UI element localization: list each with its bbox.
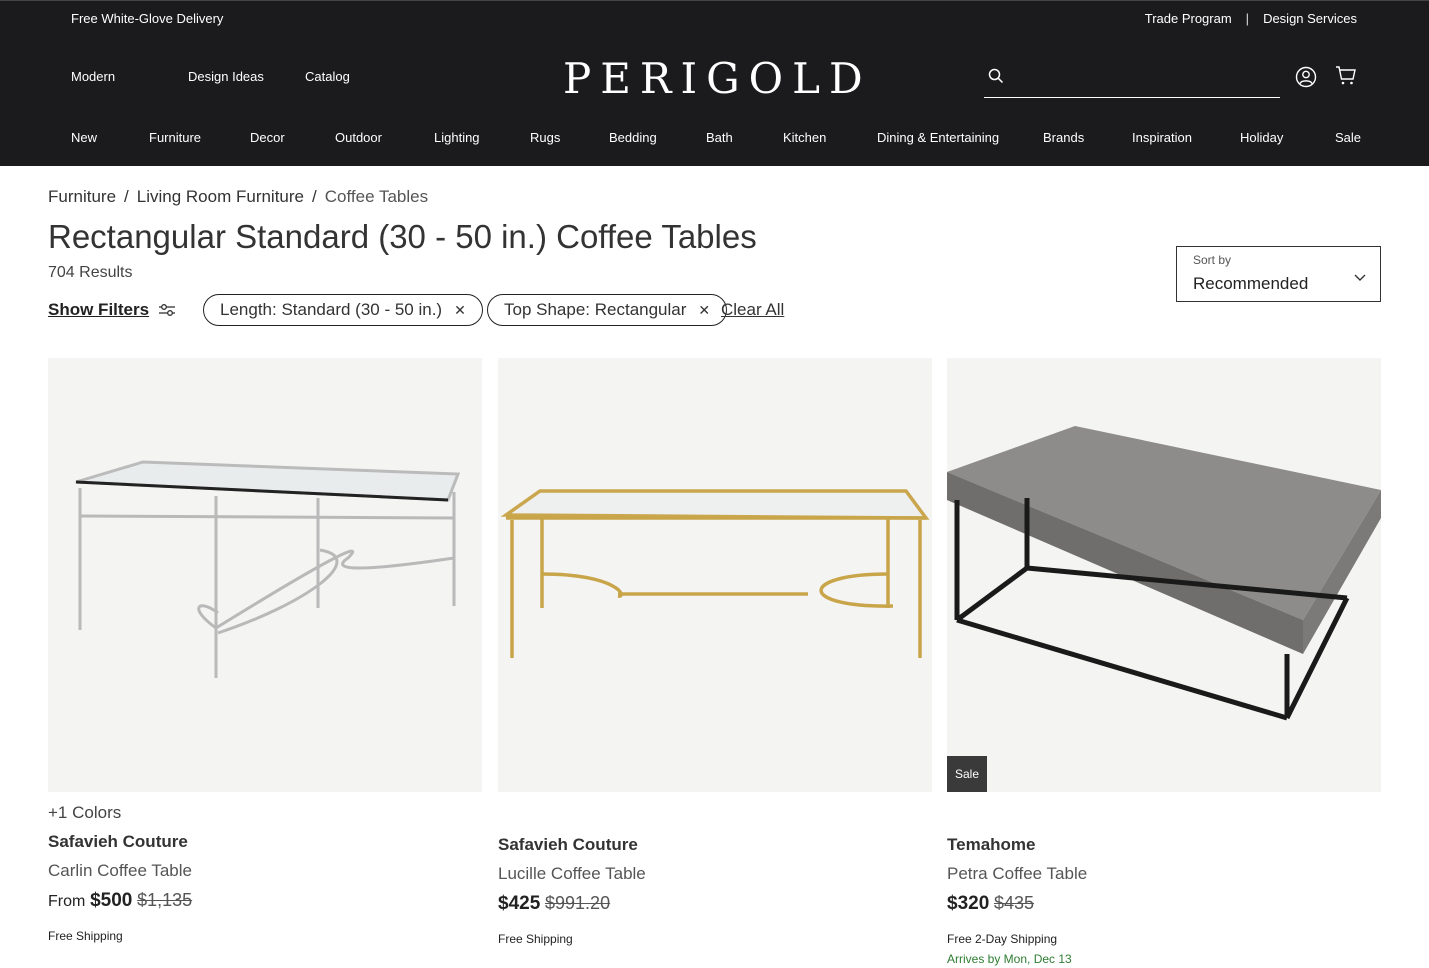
sale-price: $500 bbox=[90, 890, 133, 911]
nav-outdoor[interactable]: Outdoor bbox=[335, 130, 382, 145]
site-header: Modern Design Ideas Catalog PERIGOLD New… bbox=[0, 42, 1429, 166]
shipping-info: Free Shipping bbox=[498, 932, 573, 946]
color-options[interactable]: +1 Colors bbox=[48, 803, 121, 823]
search-icon[interactable] bbox=[988, 68, 1004, 89]
subnav-modern[interactable]: Modern bbox=[71, 69, 115, 84]
chevron-down-icon bbox=[1354, 269, 1366, 287]
nav-furniture[interactable]: Furniture bbox=[149, 130, 201, 145]
nav-decor[interactable]: Decor bbox=[250, 130, 285, 145]
breadcrumb-separator: / bbox=[124, 187, 129, 206]
breadcrumb-furniture[interactable]: Furniture bbox=[48, 187, 116, 206]
cart-icon[interactable] bbox=[1335, 64, 1357, 91]
nav-brands[interactable]: Brands bbox=[1043, 130, 1084, 145]
clear-all-button[interactable]: Clear All bbox=[721, 300, 784, 320]
show-filters-button[interactable]: Show Filters bbox=[48, 300, 149, 320]
product-price: $320 $435 bbox=[947, 893, 1034, 915]
utility-bar: Free White-Glove Delivery Trade Program … bbox=[0, 0, 1429, 42]
product-name[interactable]: Carlin Coffee Table bbox=[48, 861, 192, 881]
subnav-design-ideas[interactable]: Design Ideas bbox=[188, 69, 264, 84]
nav-bedding[interactable]: Bedding bbox=[609, 130, 657, 145]
subnav-catalog[interactable]: Catalog bbox=[305, 69, 350, 84]
sale-price: $320 bbox=[947, 893, 990, 914]
nav-rugs[interactable]: Rugs bbox=[530, 130, 560, 145]
close-icon[interactable]: ✕ bbox=[698, 302, 710, 319]
nav-kitchen[interactable]: Kitchen bbox=[783, 130, 826, 145]
sale-badge: Sale bbox=[947, 756, 987, 792]
product-brand[interactable]: Safavieh Couture bbox=[48, 832, 188, 852]
utility-links: Trade Program | Design Services bbox=[1145, 11, 1357, 26]
filter-chip-length[interactable]: Length: Standard (30 - 50 in.) ✕ bbox=[203, 294, 483, 326]
product-image[interactable] bbox=[498, 358, 932, 792]
sort-label: Sort by bbox=[1193, 253, 1232, 267]
price-prefix: From bbox=[48, 893, 86, 910]
close-icon[interactable]: ✕ bbox=[454, 302, 466, 319]
product-card: Sale Temahome Petra Coffee Table $320 $4… bbox=[947, 358, 1381, 966]
product-name[interactable]: Petra Coffee Table bbox=[947, 864, 1087, 884]
filter-chip-label: Length: Standard (30 - 50 in.) bbox=[220, 300, 443, 319]
filter-chip-top-shape[interactable]: Top Shape: Rectangular ✕ bbox=[487, 294, 728, 326]
nav-bath[interactable]: Bath bbox=[706, 130, 733, 145]
filter-chip-label: Top Shape: Rectangular bbox=[504, 300, 687, 319]
breadcrumb-coffee-tables[interactable]: Coffee Tables bbox=[325, 187, 428, 206]
sort-value: Recommended bbox=[1193, 274, 1309, 293]
sale-price: $425 bbox=[498, 893, 541, 914]
delivery-promo[interactable]: Free White-Glove Delivery bbox=[71, 11, 223, 26]
delivery-estimate: Arrives by Mon, Dec 13 bbox=[947, 952, 1072, 966]
product-card: +1 Colors Safavieh Couture Carlin Coffee… bbox=[48, 358, 482, 943]
breadcrumb-living-room[interactable]: Living Room Furniture bbox=[137, 187, 304, 206]
original-price: $435 bbox=[994, 893, 1035, 913]
product-brand[interactable]: Temahome bbox=[947, 835, 1036, 855]
product-card: Safavieh Couture Lucille Coffee Table $4… bbox=[498, 358, 932, 946]
utility-separator: | bbox=[1245, 11, 1250, 26]
product-image[interactable]: Sale bbox=[947, 358, 1381, 792]
shipping-info: Free Shipping bbox=[48, 929, 123, 943]
breadcrumb-separator: / bbox=[312, 187, 317, 206]
sort-dropdown[interactable]: Sort by Recommended bbox=[1176, 246, 1381, 302]
page-title: Rectangular Standard (30 - 50 in.) Coffe… bbox=[48, 218, 757, 255]
original-price: $991.20 bbox=[545, 893, 611, 913]
nav-sale[interactable]: Sale bbox=[1335, 130, 1361, 145]
original-price: $1,135 bbox=[137, 890, 193, 910]
perigold-logo[interactable]: PERIGOLD bbox=[563, 54, 872, 103]
product-image[interactable] bbox=[48, 358, 482, 792]
product-brand[interactable]: Safavieh Couture bbox=[498, 835, 638, 855]
breadcrumb: Furniture / Living Room Furniture / Coffee T… bbox=[48, 187, 428, 207]
nav-dining-entertaining[interactable]: Dining & Entertaining bbox=[877, 130, 999, 145]
product-name[interactable]: Lucille Coffee Table bbox=[498, 864, 646, 884]
nav-inspiration[interactable]: Inspiration bbox=[1132, 130, 1192, 145]
product-price: $425 $991.20 bbox=[498, 893, 610, 915]
results-count: 704 Results bbox=[48, 264, 133, 281]
filter-sliders-icon[interactable] bbox=[158, 302, 176, 323]
design-services-link[interactable]: Design Services bbox=[1263, 11, 1357, 26]
nav-new[interactable]: New bbox=[71, 130, 97, 145]
search-bar bbox=[984, 60, 1280, 98]
account-icon[interactable] bbox=[1295, 66, 1317, 93]
search-input[interactable] bbox=[1012, 64, 1272, 92]
trade-program-link[interactable]: Trade Program bbox=[1145, 11, 1232, 26]
product-price: From $500 $1,135 bbox=[48, 890, 192, 912]
nav-holiday[interactable]: Holiday bbox=[1240, 130, 1283, 145]
shipping-info: Free 2-Day Shipping bbox=[947, 932, 1058, 946]
nav-lighting[interactable]: Lighting bbox=[434, 130, 480, 145]
